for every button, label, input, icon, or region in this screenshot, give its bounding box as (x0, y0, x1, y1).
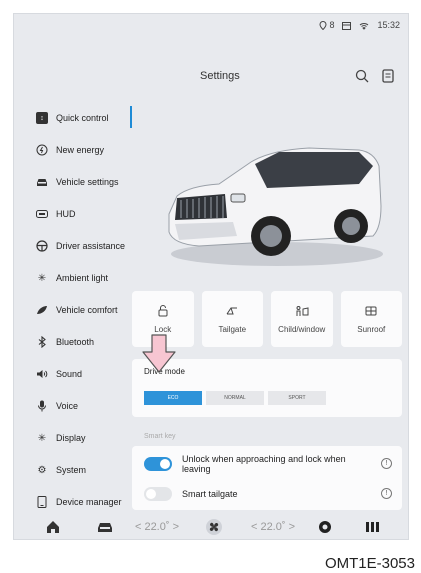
steering-wheel-icon (36, 240, 48, 252)
smart-key-card: Unlock when approaching and lock when le… (132, 446, 402, 510)
sidebar-item-label: System (56, 464, 87, 475)
sidebar-item-vehicle-settings[interactable]: Vehicle settings (28, 166, 132, 198)
page-title: Settings (200, 70, 240, 82)
calendar-icon (342, 21, 352, 30)
sidebar-item-label: Quick control (56, 112, 109, 123)
search-icon[interactable] (354, 68, 370, 84)
sidebar-item-driver-assistance[interactable]: Driver assistance (28, 230, 132, 262)
device-icon (36, 496, 48, 508)
clock: 15:32 (377, 20, 400, 30)
sidebar: ↕ Quick control New energy Vehicle setti… (28, 102, 132, 518)
sunroof-label: Sunroof (357, 324, 386, 334)
light-icon: ✳ (37, 272, 47, 284)
header: Settings (14, 68, 408, 88)
wifi-icon (359, 21, 369, 30)
sidebar-item-label: Display (56, 432, 86, 443)
sidebar-item-label: Device manager (56, 496, 122, 507)
tailgate-icon (225, 305, 239, 319)
sidebar-item-bluetooth[interactable]: Bluetooth (28, 326, 132, 358)
lock-label: Lock (154, 324, 172, 334)
sidebar-item-new-energy[interactable]: New energy (28, 134, 132, 166)
sidebar-item-sound[interactable]: Sound (28, 358, 132, 390)
sidebar-item-voice[interactable]: Voice (28, 390, 132, 422)
smart-key-row-tailgate: Smart tailgate ! (144, 482, 394, 506)
sidebar-item-hud[interactable]: HUD (28, 198, 132, 230)
drive-mode-eco[interactable]: ECO (144, 391, 202, 405)
child-window-label: Child/window (278, 324, 326, 334)
info-icon[interactable]: ! (381, 458, 392, 469)
speaker-icon (36, 368, 48, 380)
sidebar-item-display[interactable]: ✳ Display (28, 422, 132, 454)
sidebar-item-label: Voice (56, 400, 79, 411)
car-icon (36, 176, 48, 188)
drive-mode-selector: ECO NORMAL SPORT (144, 391, 326, 405)
smart-tailgate-label: Smart tailgate (182, 489, 238, 499)
sunroof-icon (364, 305, 378, 319)
sidebar-item-label: New energy (56, 144, 105, 155)
sidebar-item-system[interactable]: ⚙ System (28, 454, 132, 486)
status-bar: 8 15:32 (319, 18, 400, 32)
tailgate-button[interactable]: Tailgate (201, 291, 263, 347)
child-window-icon (295, 305, 309, 319)
pointer-arrow (141, 334, 177, 374)
apps-icon[interactable] (364, 519, 382, 535)
gps-icon: 8 (319, 20, 334, 30)
sidebar-item-label: Ambient light (56, 272, 109, 283)
unlock-toggle[interactable] (144, 457, 172, 471)
sidebar-item-label: Bluetooth (56, 336, 95, 347)
sidebar-item-label: HUD (56, 208, 76, 219)
bluetooth-icon (36, 336, 48, 348)
child-window-button[interactable]: Child/window (271, 291, 333, 347)
sidebar-item-ambient-light[interactable]: ✳ Ambient light (28, 262, 132, 294)
sidebar-item-device-manager[interactable]: Device manager (28, 486, 132, 518)
quick-control-icon: ↕ (36, 112, 48, 124)
fan-icon[interactable] (204, 519, 224, 535)
smart-tailgate-toggle[interactable] (144, 487, 172, 501)
sidebar-item-quick-control[interactable]: ↕ Quick control (28, 102, 132, 134)
drive-mode-normal[interactable]: NORMAL (206, 391, 264, 405)
sidebar-item-label: Driver assistance (56, 240, 126, 251)
screen-frame: 8 15:32 Settings ↕ Quick control New ene… (13, 13, 409, 540)
lock-icon (156, 304, 170, 319)
bottom-bar: < 22.0˚ > < 22.0˚ > (14, 515, 408, 539)
smart-key-label: Smart key (144, 433, 176, 440)
status-badge: 8 (329, 20, 335, 30)
microphone-icon (36, 400, 48, 412)
energy-icon (36, 144, 48, 156)
steering-heat-icon[interactable] (316, 519, 334, 535)
manual-icon[interactable] (380, 68, 396, 84)
figure-code: OMT1E-3053 (324, 555, 415, 572)
sidebar-item-label: Vehicle settings (56, 176, 119, 187)
comfort-icon (36, 304, 48, 316)
brightness-icon: ✳ (37, 432, 47, 444)
sunroof-button[interactable]: Sunroof (340, 291, 402, 347)
info-icon[interactable]: ! (381, 488, 392, 499)
home-icon[interactable] (44, 519, 62, 535)
vehicle-image (159, 136, 387, 274)
hud-icon (36, 208, 48, 220)
sidebar-item-label: Vehicle comfort (56, 304, 118, 315)
sidebar-item-vehicle-comfort[interactable]: Vehicle comfort (28, 294, 132, 326)
drive-mode-sport[interactable]: SPORT (268, 391, 326, 405)
right-temperature[interactable]: < 22.0˚ > (240, 519, 306, 535)
left-temperature[interactable]: < 22.0˚ > (124, 519, 190, 535)
sidebar-item-label: Sound (56, 368, 83, 379)
smart-key-row-unlock: Unlock when approaching and lock when le… (144, 452, 394, 476)
unlock-label: Unlock when approaching and lock when le… (182, 454, 346, 474)
car-icon[interactable] (96, 519, 114, 535)
tailgate-label: Tailgate (218, 324, 247, 334)
gear-icon: ⚙ (37, 464, 47, 476)
